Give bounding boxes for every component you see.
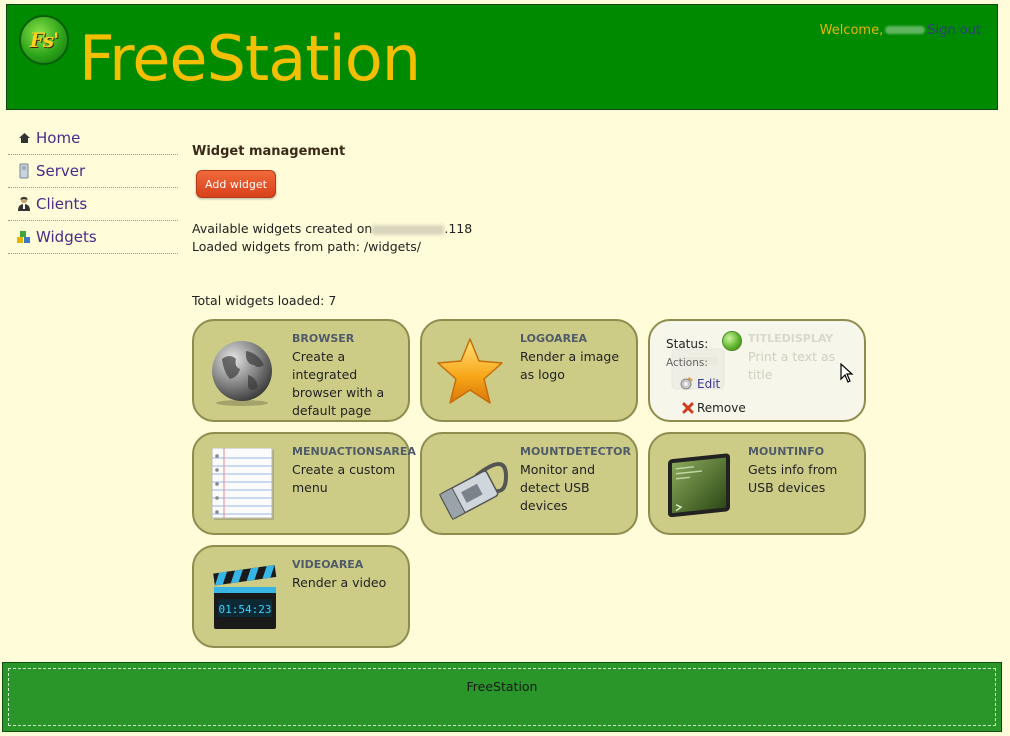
nav-item-label: Clients (36, 195, 88, 213)
widget-title: TITLEDISPLAY (748, 332, 834, 345)
widget-card-mountinfo[interactable]: MOUNTINFO Gets info from USB devices (648, 432, 866, 535)
total-widgets-line: Total widgets loaded: 7 (192, 293, 337, 308)
clapperboard-icon: 01:54:23 (208, 561, 277, 633)
widget-card-browser[interactable]: BROWSER Create a integrated browser with… (192, 319, 410, 422)
nav-item-label: Widgets (36, 228, 97, 246)
widget-card-menuactionsarea[interactable]: MENUACTIONSAREA Create a custom menu (192, 432, 416, 535)
widget-card-videoarea[interactable]: 01:54:23 VIDEOAREA Render a video (192, 545, 410, 648)
status-label: Status: (666, 337, 709, 351)
edit-icon (680, 377, 694, 390)
widget-description: Render a video (292, 575, 387, 590)
usb-icon (436, 448, 509, 520)
widgets-icon (16, 229, 32, 245)
footer: FreeStation (2, 662, 1002, 732)
section-title: Widget management (192, 144, 346, 159)
widget-description: Monitor and detect USB devices (520, 462, 596, 513)
add-widget-button[interactable]: Add widget (196, 170, 276, 198)
widget-title: MOUNTDETECTOR (520, 445, 631, 458)
clients-icon (16, 196, 32, 212)
welcome-bar: Welcome, Sign out (820, 23, 981, 38)
server-icon (16, 163, 32, 179)
mouse-cursor-icon (840, 363, 854, 383)
nav-item-server[interactable]: Server (8, 155, 178, 188)
widget-title: MOUNTINFO (748, 445, 825, 458)
video-clock-text: 01:54:23 (219, 603, 272, 616)
widget-card-titledisplay[interactable]: TITLEDISPLAY Print a text as title Statu… (648, 319, 866, 422)
status-indicator-icon (722, 331, 742, 351)
edit-label: Edit (697, 377, 721, 391)
nav-item-clients[interactable]: Clients (8, 188, 178, 221)
widget-title: BROWSER (292, 332, 355, 345)
remove-widget-button[interactable]: Remove (682, 401, 746, 415)
nav-item-home[interactable]: Home (8, 122, 178, 155)
widget-title: VIDEOAREA (292, 558, 364, 571)
footer-text: FreeStation (466, 679, 538, 694)
welcome-label: Welcome, (819, 23, 884, 38)
widget-description: Render a image as logo (520, 349, 620, 382)
created-on-suffix: .118 (444, 221, 473, 236)
sidebar-nav: Home Server Clients Widgets (8, 122, 178, 254)
home-icon (16, 130, 32, 146)
globe-icon (208, 335, 276, 407)
path-line: Loaded widgets from path: /widgets/ (192, 239, 421, 254)
terminal-icon (664, 448, 732, 520)
widget-description: Gets info from USB devices (748, 462, 838, 495)
widget-description: Create a custom menu (292, 462, 396, 495)
actions-label: Actions: (666, 357, 708, 369)
remove-icon (682, 402, 694, 414)
edit-widget-button[interactable]: Edit (678, 377, 720, 391)
nav-item-label: Server (36, 162, 86, 180)
star-icon (436, 335, 504, 407)
widget-description: Create a integrated browser with a defau… (292, 349, 385, 418)
redacted-ip (372, 224, 445, 235)
footer-border (8, 668, 996, 726)
remove-label: Remove (697, 401, 746, 415)
created-on-line: Available widgets created on .118 (192, 221, 472, 236)
site-title: FreeStation (79, 22, 421, 95)
freestation-logo-icon: Fs' (19, 15, 69, 65)
widget-card-mountdetector[interactable]: MOUNTDETECTOR Monitor and detect USB dev… (420, 432, 638, 535)
nav-item-widgets[interactable]: Widgets (8, 221, 178, 254)
created-on-prefix: Available widgets created on (192, 221, 373, 236)
main-content: Widget management Add widget Available w… (192, 140, 892, 648)
sign-out-link[interactable]: Sign out (927, 23, 981, 38)
widget-title: MENUACTIONSAREA (292, 445, 416, 458)
nav-item-label: Home (36, 129, 81, 147)
logo-text: Fs' (29, 28, 60, 52)
redacted-username (885, 26, 926, 34)
header-banner: Fs' FreeStation Welcome, Sign out (6, 4, 998, 110)
notepad-icon (208, 447, 276, 520)
widget-card-logoarea[interactable]: LOGOAREA Render a image as logo (420, 319, 638, 422)
widget-title: LOGOAREA (520, 332, 588, 345)
